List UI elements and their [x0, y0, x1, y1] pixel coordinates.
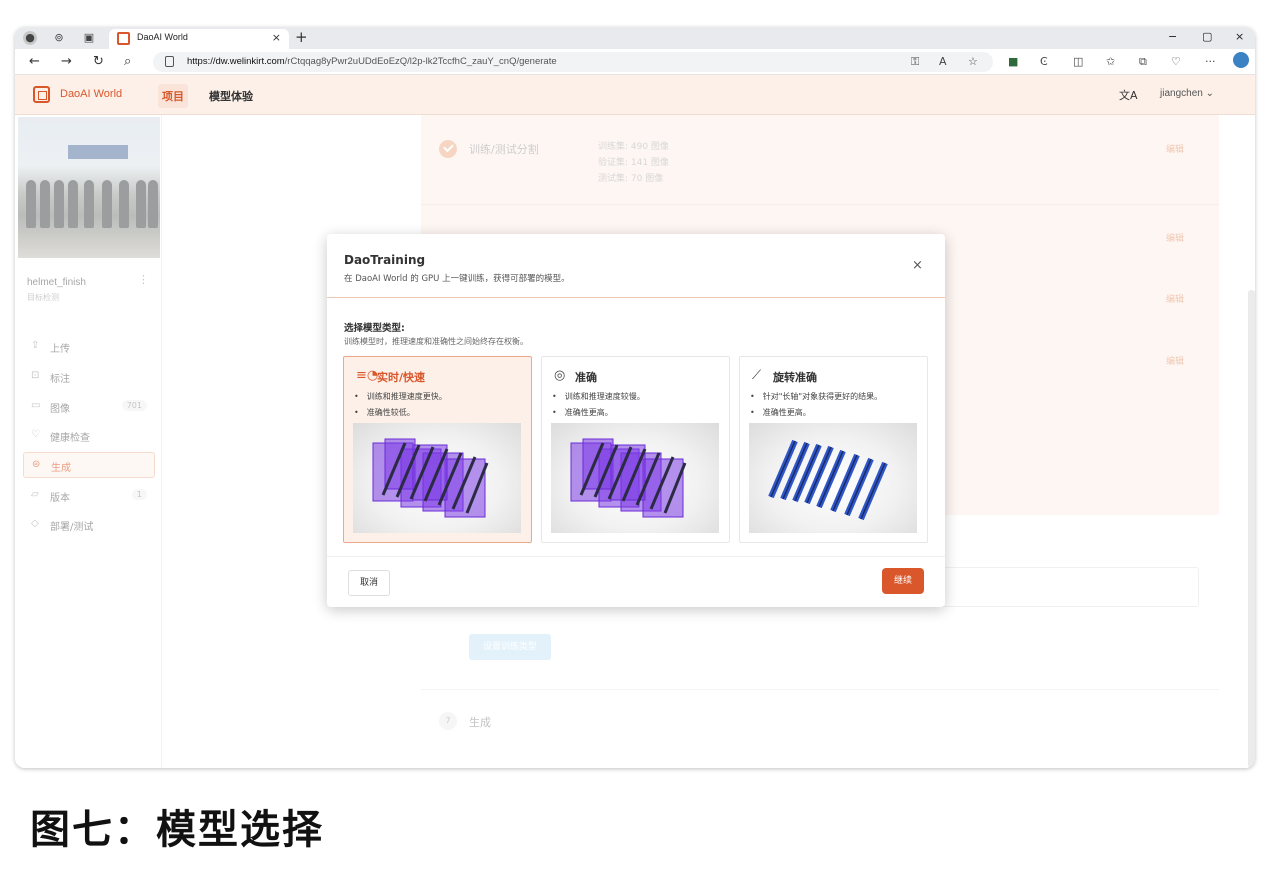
window-close-icon[interactable]: ×	[1235, 30, 1244, 43]
favorites-icon[interactable]: ✩	[1106, 55, 1115, 68]
tab-title: DaoAI World	[137, 32, 188, 42]
card-bullet: 准确性更高。	[552, 407, 613, 418]
card-title: 准确	[575, 371, 597, 384]
url-text: https://dw.welinkirt.com/rCtqqag8yPwr2uU…	[187, 56, 557, 67]
speed-icon: ≡◔	[356, 368, 379, 383]
card-bullet: 训练和推理速度更快。	[354, 391, 447, 402]
card-bullet: 针对"长轴"对象获得更好的结果。	[750, 391, 882, 402]
realtime-example-image	[353, 423, 521, 533]
cancel-button[interactable]: 取消	[348, 570, 390, 596]
card-title: 旋转准确	[773, 371, 817, 384]
forward-icon[interactable]: →	[61, 54, 72, 69]
target-icon: ◎	[554, 368, 566, 383]
model-card-realtime[interactable]: ≡◔ 实时/快速 训练和推理速度更快。 准确性较低。	[343, 356, 532, 543]
refresh-icon[interactable]: ↻	[93, 54, 104, 69]
new-tab-icon[interactable]: +	[295, 28, 308, 46]
daoai-logo-icon	[33, 86, 50, 103]
daotraining-dialog: DaoTraining 在 DaoAI World 的 GPU 上一键训练，获得…	[327, 234, 945, 607]
profile-icon[interactable]: ●	[23, 31, 37, 45]
dialog-title: DaoTraining	[344, 253, 426, 267]
key-icon[interactable]: ⚿	[911, 55, 919, 69]
close-icon[interactable]: ×	[912, 258, 923, 273]
model-card-rotated[interactable]: ⟋ 旋转准确 针对"长轴"对象获得更好的结果。 准确性更高。	[739, 356, 928, 543]
model-type-hint: 训练模型时，推理速度和准确性之间始终存在权衡。	[344, 337, 528, 346]
tab-strip: ● ⊚ ▣ DaoAI World × + − ▢ ×	[15, 27, 1255, 49]
split-screen-icon[interactable]: ◫	[1073, 55, 1083, 68]
card-bullet: 准确性较低。	[354, 407, 415, 418]
accurate-example-image	[551, 423, 719, 533]
divider	[327, 297, 945, 298]
lock-icon	[165, 56, 174, 67]
rotated-example-image	[749, 423, 917, 533]
nav-model-experience[interactable]: 模型体验	[209, 88, 253, 104]
favorite-star-icon[interactable]: ☆	[968, 55, 978, 68]
more-icon[interactable]: ···	[1205, 55, 1216, 68]
translate-icon[interactable]: 文A	[1119, 87, 1138, 103]
tab-actions-icon[interactable]: ▣	[82, 31, 96, 45]
dialog-subtitle: 在 DaoAI World 的 GPU 上一键训练，获得可部署的模型。	[344, 274, 570, 284]
tab-close-icon[interactable]: ×	[272, 31, 281, 44]
copilot-icon[interactable]	[1233, 52, 1249, 68]
model-card-accurate[interactable]: ◎ 准确 训练和推理速度较慢。 准确性更高。	[541, 356, 730, 543]
address-bar[interactable]: https://dw.welinkirt.com/rCtqqag8yPwr2uU…	[153, 52, 993, 72]
card-bullet: 准确性更高。	[750, 407, 811, 418]
card-title: 实时/快速	[377, 371, 426, 384]
user-menu[interactable]: jiangchen ⌄	[1160, 88, 1214, 99]
heart-icon[interactable]: ♡	[1171, 55, 1181, 68]
rotate-icon: ⟋	[752, 368, 762, 383]
browser-window: ● ⊚ ▣ DaoAI World × + − ▢ × ← → ↻ ⌕ http…	[15, 27, 1255, 768]
browser-tab[interactable]: DaoAI World ×	[109, 29, 289, 49]
search-icon[interactable]: ⌕	[124, 54, 131, 69]
nav-projects[interactable]: 项目	[158, 84, 188, 108]
address-row: ← → ↻ ⌕ https://dw.welinkirt.com/rCtqqag…	[15, 49, 1255, 75]
continue-button[interactable]: 继续	[882, 568, 924, 594]
model-type-label: 选择模型类型:	[344, 323, 405, 334]
restore-icon[interactable]: ▢	[1202, 30, 1212, 43]
card-bullet: 训练和推理速度较慢。	[552, 391, 645, 402]
read-aloud-icon[interactable]: A	[939, 55, 947, 68]
app-logo-text[interactable]: DaoAI World	[60, 88, 122, 100]
minimize-icon[interactable]: −	[1168, 30, 1177, 43]
figure-caption: 图七：模型选择	[30, 807, 324, 853]
back-icon[interactable]: ←	[29, 54, 40, 69]
workspaces-icon[interactable]: ⊚	[52, 31, 66, 45]
extension-icon[interactable]: ■	[1008, 55, 1018, 68]
app-header: DaoAI World 项目 模型体验 文A jiangchen ⌄	[15, 75, 1255, 115]
divider	[327, 556, 945, 557]
collections-icon[interactable]: ⧉	[1139, 55, 1147, 69]
daoai-favicon-icon	[117, 32, 130, 45]
extension-2-icon[interactable]: Ͼ	[1040, 55, 1048, 68]
